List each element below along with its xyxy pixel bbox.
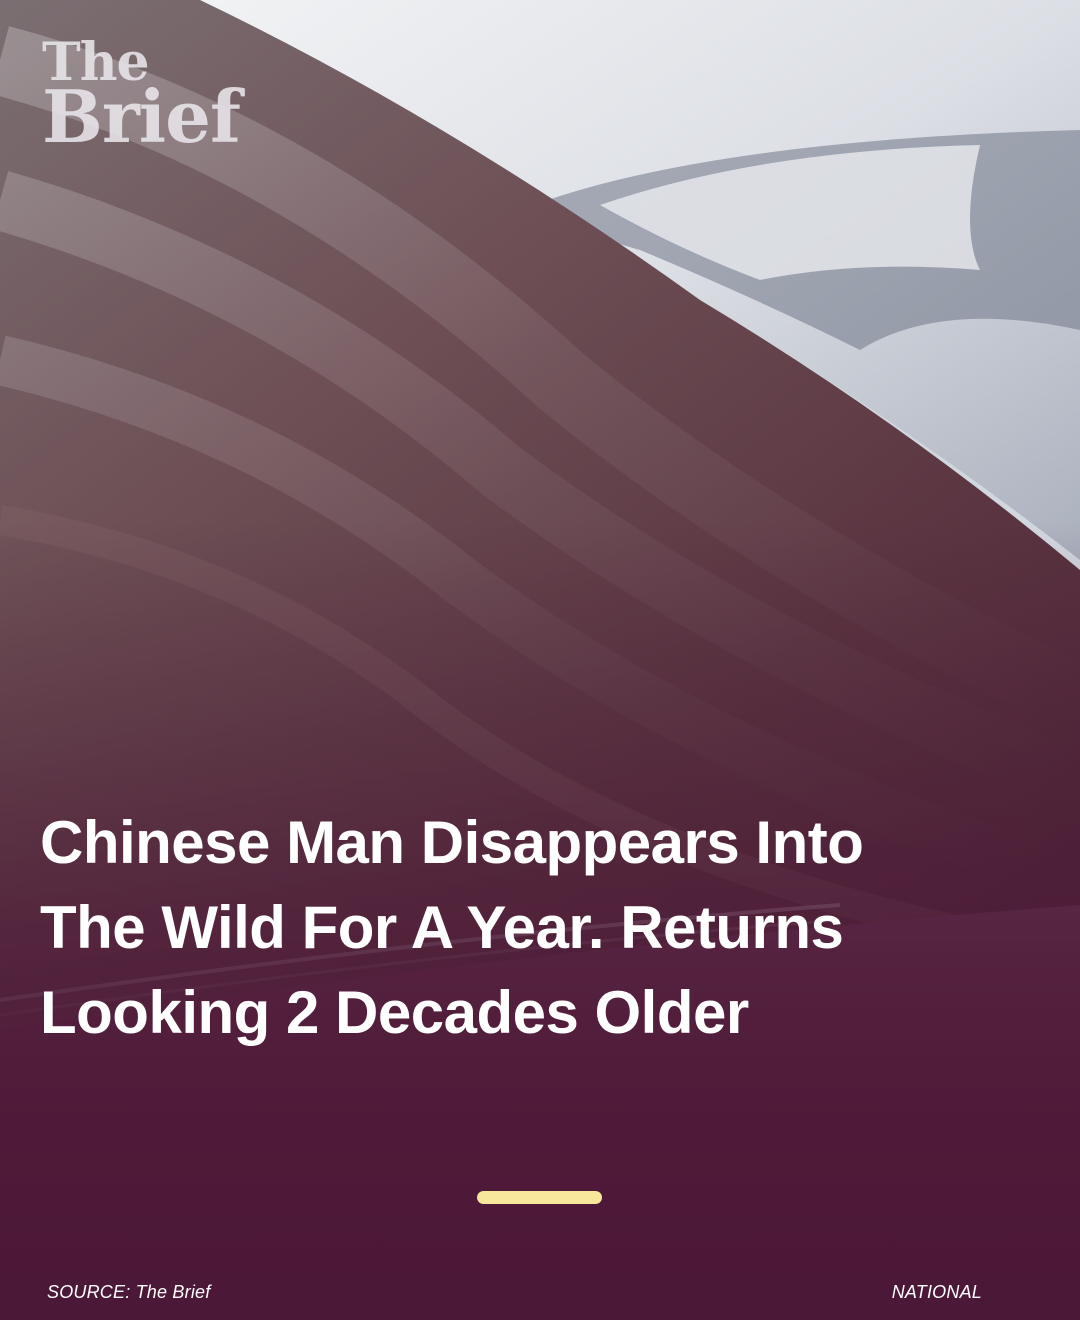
- headline: Chinese Man Disappears Into The Wild For…: [40, 809, 864, 1046]
- color-gradient-overlay: [0, 0, 1080, 1320]
- source-credit: SOURCE: The Brief: [47, 1282, 211, 1302]
- news-card: The Brief Chinese Man Disappears Into Th…: [0, 0, 1080, 1320]
- brand-logo-line2: Brief: [42, 73, 241, 159]
- category-label: NATIONAL: [891, 1282, 982, 1302]
- brand-logo: The Brief: [42, 37, 241, 159]
- accent-divider: [477, 1191, 602, 1204]
